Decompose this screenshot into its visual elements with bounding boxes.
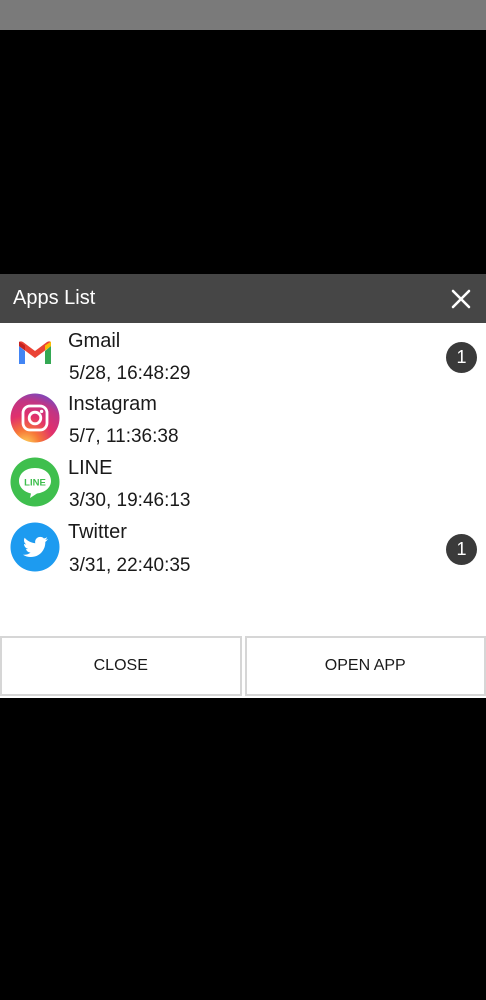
open-app-button[interactable]: OPEN APP	[244, 636, 486, 696]
app-name: Twitter	[68, 521, 127, 543]
apps-list-dialog: Apps List Gmail 5/28, 16:48:29 1 Instagr…	[0, 274, 486, 698]
svg-text:LINE: LINE	[24, 478, 46, 489]
dialog-header: Apps List	[0, 274, 486, 323]
app-row-twitter[interactable]: Twitter 3/31, 22:40:35 1	[0, 515, 486, 575]
app-row-instagram[interactable]: Instagram 5/7, 11:36:38	[0, 387, 486, 451]
line-icon: LINE	[10, 457, 60, 507]
app-list: Gmail 5/28, 16:48:29 1 Instagram 5/7, 11…	[0, 323, 486, 575]
notification-badge: 1	[446, 534, 477, 565]
app-row-line[interactable]: LINE LINE 3/30, 19:46:13	[0, 451, 486, 515]
app-name: LINE	[68, 457, 113, 479]
status-bar	[0, 0, 486, 30]
instagram-icon	[10, 393, 60, 443]
gmail-icon	[10, 329, 60, 379]
close-icon[interactable]	[449, 287, 473, 311]
app-time: 3/30, 19:46:13	[69, 490, 191, 511]
app-time: 5/28, 16:48:29	[69, 363, 191, 384]
app-row-gmail[interactable]: Gmail 5/28, 16:48:29 1	[0, 323, 486, 387]
notification-badge: 1	[446, 342, 477, 373]
close-button[interactable]: CLOSE	[0, 636, 242, 696]
app-name: Instagram	[68, 393, 157, 415]
dialog-button-bar: CLOSE OPEN APP	[0, 636, 486, 696]
app-time: 5/7, 11:36:38	[69, 426, 179, 447]
twitter-icon	[10, 522, 60, 572]
dialog-title: Apps List	[13, 287, 96, 309]
app-name: Gmail	[68, 330, 121, 352]
app-time: 3/31, 22:40:35	[69, 555, 191, 575]
